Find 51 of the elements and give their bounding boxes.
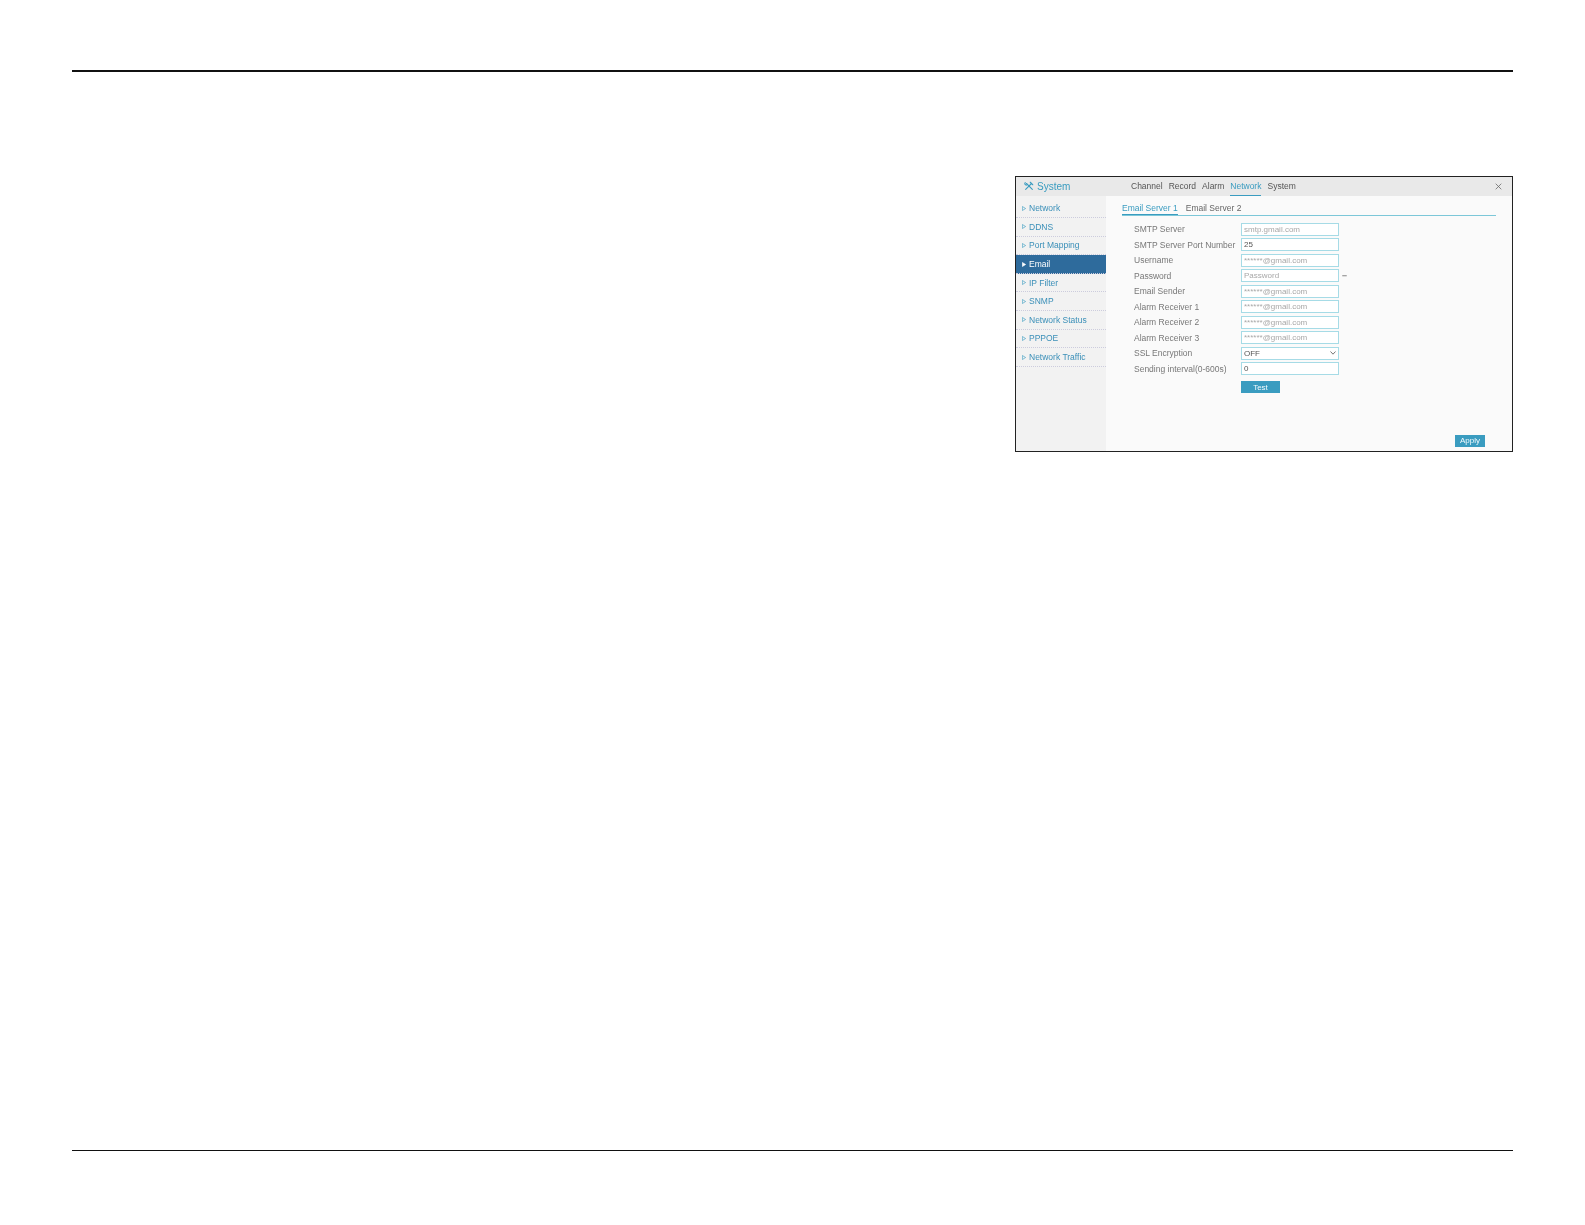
input-field[interactable]: ******@gmail.com (1241, 331, 1339, 345)
input-field[interactable]: Password (1241, 269, 1339, 283)
sub-tab[interactable]: Email Server 2 (1185, 202, 1242, 215)
tab[interactable]: Record (1168, 176, 1197, 196)
input-field[interactable]: ******@gmail.com (1241, 284, 1339, 298)
field-label: SMTP Server Port Number (1134, 239, 1237, 250)
sidebar-item[interactable]: SNMP (1016, 292, 1106, 312)
caret-icon (1022, 205, 1026, 211)
tab[interactable]: Network (1230, 176, 1262, 196)
field-label: Password (1134, 270, 1173, 281)
dash-icon[interactable] (1342, 275, 1347, 277)
field-label: Username (1134, 255, 1175, 266)
caret-icon (1022, 335, 1026, 341)
input-field[interactable]: 25 (1241, 238, 1339, 252)
field-label: Alarm Receiver 2 (1134, 317, 1201, 328)
sidebar-item[interactable]: Network (1016, 199, 1106, 219)
sidebar-item[interactable]: Network Status (1016, 311, 1106, 330)
sidebar-item[interactable]: PPPOE (1016, 329, 1106, 349)
field-label: Sending interval(0-600s) (1134, 363, 1228, 374)
caret-icon (1022, 280, 1026, 286)
input-field[interactable]: 0 (1241, 362, 1339, 376)
test-button[interactable]: Test (1241, 381, 1280, 394)
caret-icon (1022, 224, 1026, 230)
field-label: Alarm Receiver 1 (1134, 301, 1201, 312)
caret-icon (1022, 354, 1026, 360)
input-field[interactable]: ******@gmail.com (1241, 315, 1339, 329)
caret-icon (1022, 261, 1026, 267)
sidebar-item[interactable]: DDNS (1016, 218, 1106, 237)
caret-icon (1022, 243, 1026, 248)
field-label: SSL Encryption (1134, 348, 1194, 359)
chevron-icon (1330, 351, 1336, 356)
tools-icon (1024, 181, 1034, 191)
sidebar-item[interactable]: IP Filter (1016, 273, 1106, 293)
sidebar-item[interactable]: Email (1016, 255, 1106, 274)
input-field[interactable]: ******@gmail.com (1241, 253, 1339, 267)
field-label: SMTP Server (1134, 224, 1186, 235)
field-label: Email Sender (1134, 286, 1187, 297)
tab[interactable]: Channel (1131, 176, 1163, 196)
input-field[interactable]: smtp.gmail.com (1241, 222, 1339, 236)
tab[interactable]: Alarm (1202, 176, 1225, 196)
apply-button[interactable]: Apply (1455, 434, 1485, 447)
caret-icon (1022, 298, 1026, 304)
caret-icon (1022, 317, 1026, 323)
sidebar-item[interactable]: Network Traffic (1016, 348, 1106, 367)
tab[interactable]: System (1267, 176, 1296, 196)
field-label: Alarm Receiver 3 (1134, 332, 1201, 343)
sub-tab[interactable]: Email Server 1 (1122, 202, 1178, 215)
select-field[interactable]: OFF (1241, 346, 1339, 360)
close-icon[interactable] (1495, 182, 1502, 190)
input-field[interactable]: ******@gmail.com (1241, 300, 1339, 314)
window-title: System (1037, 180, 1071, 192)
